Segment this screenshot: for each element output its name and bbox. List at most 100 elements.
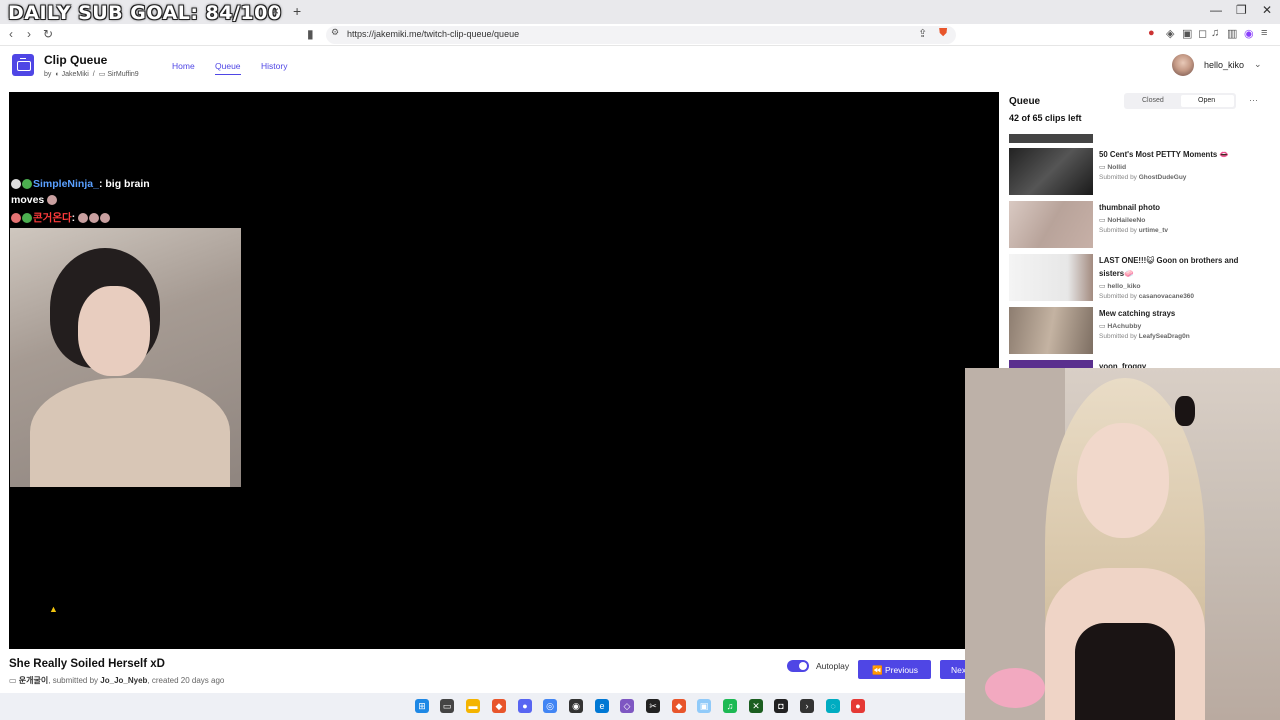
queue-open-button[interactable]: Open [1198,97,1215,104]
github-icon: ◐ [55,71,60,78]
emote-icon [47,195,58,206]
wallet-icon[interactable]: ◉ [1244,27,1254,40]
forward-icon[interactable]: › [27,27,31,41]
capcut-icon[interactable]: ✂ [646,699,660,713]
bookmark-icon[interactable]: ▮ [307,27,314,41]
site-settings-icon[interactable]: ⚙ [331,27,339,38]
clip-webcam-image [10,228,241,487]
clip-thumbnail[interactable] [1009,254,1093,301]
queue-item-title: Mew catching strays [1099,309,1176,318]
chat-text: : big brain [98,178,150,190]
sub-goal-overlay: DAILY SUB GOAL: 84/100 [8,2,282,24]
terminal-icon[interactable]: › [800,699,814,713]
address-bar: ‹ › ↻ ▮ ⚙ https://jakemiki.me/twitch-cli… [0,24,1280,46]
queue-item-submitter: Submitted by urtime_tv [1099,227,1169,234]
start-icon[interactable]: ⊞ [415,699,429,713]
clip-thumbnail[interactable] [1009,134,1093,143]
share-icon[interactable]: ⇪ [918,27,927,40]
queue-item-title: LAST ONE!!!😺 Goon on brothers and sister… [1099,256,1239,278]
queue-item-submitter: Submitted by LeafySeaDrag0n [1099,333,1190,340]
video-player[interactable]: SimpleNinja_: big brain moves 콘거온다: [9,92,999,649]
author-link-2[interactable]: SirMuffin9 [107,71,138,78]
queue-item-title: thumbnail photo [1099,203,1161,212]
clip-thumbnail[interactable] [1009,307,1093,354]
badge2-icon [22,213,32,224]
clip-thumbnail[interactable] [1009,201,1093,248]
window-icon[interactable]: ▣ [697,699,711,713]
streamer-webcam [965,368,1280,720]
extension3-icon[interactable]: ▣ [1182,27,1192,40]
chat-message-cont: moves [11,194,58,206]
channel-icon: ▭ [9,676,17,685]
discord-icon[interactable]: ● [518,699,532,713]
queue-title: Queue [1009,96,1041,107]
chat-text: moves [11,194,45,206]
menu-icon[interactable]: ≡ [1261,27,1267,39]
queue-item-channel: ▭ Nollid [1099,164,1127,171]
new-tab-icon[interactable]: + [293,3,301,19]
spotify-icon[interactable]: ♫ [723,699,737,713]
app3-icon[interactable]: ◌ [826,699,840,713]
clip-thumbnail[interactable] [1009,148,1093,195]
sidebar-icon[interactable]: ▥ [1227,27,1237,40]
clip-thumbnail[interactable] [1009,360,1093,368]
author-link-1[interactable]: JakeMiki [62,71,89,78]
queue-item-title: yoon_froggy [1099,362,1147,368]
chat-username: 콘거온다 [33,212,72,224]
file-explorer-icon[interactable]: ▬ [466,699,480,713]
extension2-icon[interactable]: ◈ [1166,27,1174,40]
previous-label: Previous [884,665,919,675]
nav-home[interactable]: Home [172,61,195,71]
media-icon[interactable]: ♫ [1211,27,1219,39]
app4-icon[interactable]: ● [851,699,865,713]
emote-icon [78,213,89,224]
autoplay-toggle[interactable] [787,660,809,672]
taskbar [0,693,965,720]
rewind-icon: ⏪ [872,665,885,675]
window-close-icon[interactable]: ✕ [1262,3,1272,17]
previous-button[interactable]: ⏪ Previous [858,660,931,679]
submitted-label: , submitted by [48,676,99,685]
brave-icon[interactable]: ◆ [492,699,506,713]
app-credits: by ◐ JakeMiki / ▭ SirMuffin9 [44,70,141,78]
excel-icon[interactable]: ✕ [749,699,763,713]
minimize-icon[interactable]: — [1210,3,1222,17]
queue-item-channel: ▭ HAchubby [1099,323,1142,330]
extension4-icon[interactable]: ◻ [1198,27,1207,40]
nav-queue[interactable]: Queue [215,61,241,75]
more-icon[interactable]: ··· [1249,95,1258,105]
queue-item-title: 50 Cent's Most PETTY Moments 👄 [1099,150,1230,159]
credit-separator: / [92,71,95,78]
tab-close-icon[interactable]: × [272,4,279,18]
app2-icon[interactable]: ◘ [774,699,788,713]
chat-icon: ▭ [98,71,106,78]
extension-icon[interactable]: ● [1148,27,1155,39]
clip-submitter[interactable]: Jo_Jo_Nyeb [100,676,147,685]
nav-history[interactable]: History [261,61,287,71]
chrome-icon[interactable]: ◎ [543,699,557,713]
obs-icon[interactable]: ◉ [569,699,583,713]
chevron-down-icon[interactable]: ⌄ [1254,59,1262,70]
brave-shields-icon[interactable]: ⛊ [939,27,947,40]
app-title: Clip Queue [44,53,108,67]
brave2-icon[interactable]: ◆ [672,699,686,713]
url-text: https://jakemiki.me/twitch-clip-queue/qu… [347,29,520,39]
taskview-icon[interactable]: ▭ [440,699,454,713]
browser-tabstrip: DAILY SUB GOAL: 84/100 × + — ❐ ✕ [0,0,1280,24]
edge-icon[interactable]: e [595,699,609,713]
reload-icon[interactable]: ↻ [43,27,53,41]
chat-username: SimpleNinja_ [33,178,99,190]
queue-count: 42 of 65 clips left [1009,113,1082,123]
autoplay-label: Autoplay [816,661,850,671]
clip-meta: ▭ 운개굴이, submitted by Jo_Jo_Nyeb, created… [9,675,224,686]
user-name[interactable]: hello_kiko [1204,60,1244,70]
queue-closed-button[interactable]: Closed [1142,97,1164,104]
by-label: by [44,71,52,78]
avatar[interactable] [1172,54,1194,76]
back-icon[interactable]: ‹ [9,27,13,41]
app-icon[interactable]: ◇ [620,699,634,713]
maximize-icon[interactable]: ❐ [1236,3,1247,17]
clip-channel[interactable]: 운개굴이 [19,676,48,685]
queue-list[interactable]: 50 Cent's Most PETTY Moments 👄 ▭ Nollid … [1000,134,1280,368]
queue-item-submitter: Submitted by casanovacane360 [1099,293,1195,300]
